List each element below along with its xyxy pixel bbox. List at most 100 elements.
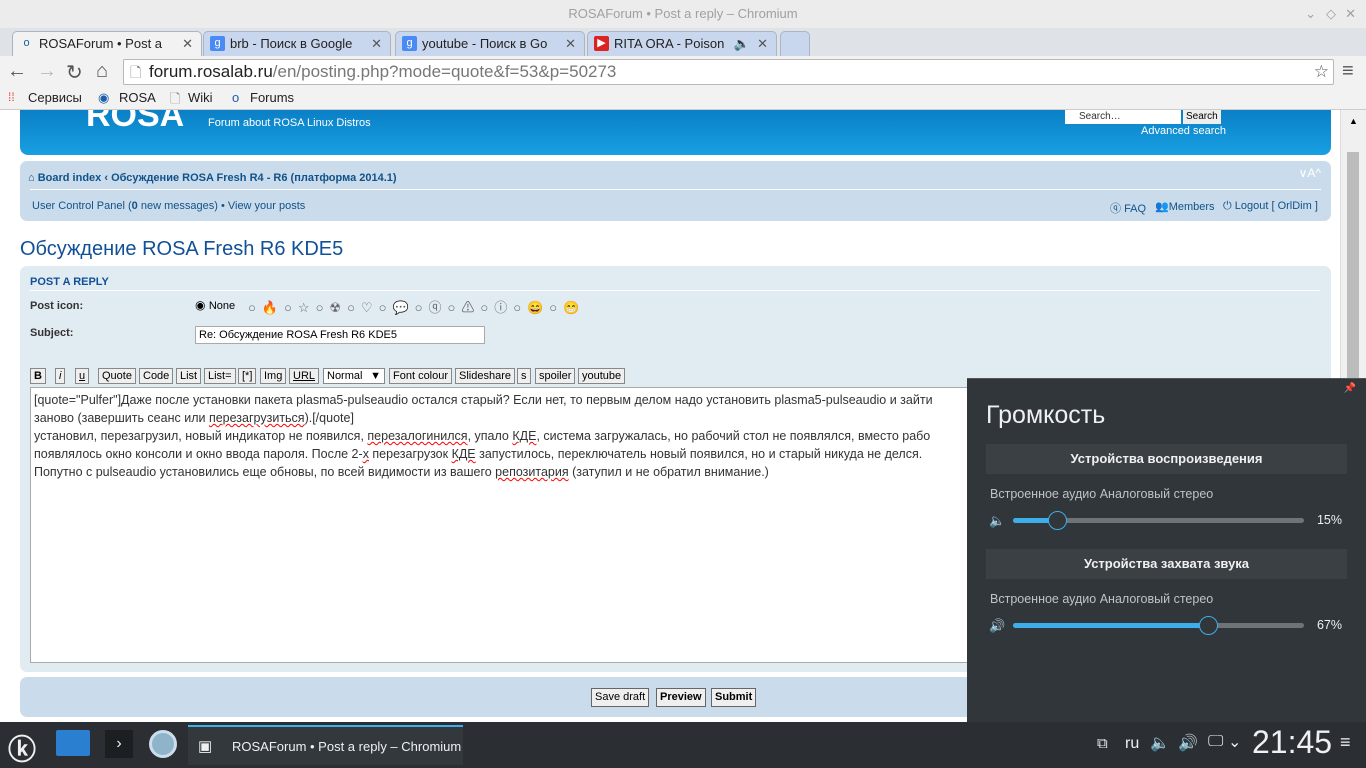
img-button[interactable]: Img	[260, 368, 287, 384]
rosa-logo[interactable]: ROSA	[86, 110, 184, 135]
youtube-button[interactable]: youtube	[578, 368, 626, 384]
menu-icon[interactable]: ≡	[1342, 60, 1354, 83]
message-line: появлялось окно консоли и окно ввода пар…	[34, 445, 966, 463]
list-item-button[interactable]: [*]	[238, 368, 257, 384]
minimize-icon[interactable]: ⌄	[1305, 0, 1316, 28]
quote-button[interactable]: Quote	[98, 368, 136, 384]
submit-button[interactable]: Submit	[711, 688, 757, 707]
pin-icon[interactable]: 📌	[1344, 383, 1356, 394]
misspelled-word: КДЕ	[512, 429, 537, 443]
terminal-icon[interactable]: ›	[105, 730, 133, 758]
clock[interactable]: 21:45	[1252, 724, 1332, 761]
strike-button[interactable]: s	[517, 368, 531, 384]
message-line: установил, перезагрузил, новый индикатор…	[34, 427, 966, 445]
close-tab-icon[interactable]: ✕	[757, 32, 768, 55]
list-button[interactable]: List	[176, 368, 202, 384]
list-numbered-button[interactable]: List=	[204, 368, 236, 384]
reload-icon[interactable]: ↻	[66, 60, 83, 85]
speaker-icon[interactable]: 🔈	[989, 513, 1005, 529]
star-icon: ○☆	[284, 300, 316, 315]
post-icon-options[interactable]: ○🔥○☆○☢○♡○💬○ⓠ○⚠○ⓘ○😄○😁	[248, 297, 585, 316]
bookmark-wiki[interactable]: Wiki	[188, 90, 213, 105]
slider-handle[interactable]	[1047, 511, 1067, 530]
members-label: Members	[1168, 201, 1215, 213]
home-icon[interactable]: ⌂	[96, 60, 108, 83]
logout-link[interactable]: ⏻ Logout [ OrlDim ]	[1223, 200, 1318, 213]
keyboard-layout[interactable]: ru	[1125, 735, 1139, 753]
message-textarea[interactable]: [quote="Pulfer"]Даже после установки пак…	[30, 387, 970, 663]
forum-header: ROSA Forum about ROSA Linux Distros Sear…	[20, 110, 1331, 155]
text: появлялось окно консоли и окно ввода пар…	[34, 447, 363, 461]
post-icon-none-radio[interactable]: ◉ None	[195, 298, 235, 312]
text: запустилось, переключатель новый появилс…	[475, 447, 923, 461]
site-tagline: Forum about ROSA Linux Distros	[208, 117, 371, 129]
subject-label: Subject:	[30, 327, 74, 339]
search-button[interactable]: Search	[1183, 110, 1221, 124]
panel-menu-icon[interactable]: ≡	[1340, 732, 1351, 753]
font-colour-button[interactable]: Font colour	[389, 368, 453, 384]
grin-icon: ○😁	[549, 300, 586, 315]
kde-launcher-icon[interactable]: ⓚ	[8, 728, 36, 768]
google-icon: g	[210, 36, 225, 51]
subject-input[interactable]: Re: Обсуждение ROSA Fresh R6 KDE5	[195, 326, 485, 344]
network-icon[interactable]: 🖵	[1208, 733, 1223, 751]
text: установил, перезагрузил, новый индикатор…	[34, 429, 368, 443]
tab-youtube-search[interactable]: g youtube - Поиск в Go ✕	[395, 31, 585, 56]
capture-devices-heading: Устройства захвата звука	[986, 549, 1347, 579]
close-tab-icon[interactable]: ✕	[371, 32, 382, 55]
italic-button[interactable]: i	[55, 368, 66, 384]
clipboard-icon[interactable]: ⧉	[1097, 735, 1108, 752]
text: , упало	[467, 429, 513, 443]
view-posts-link[interactable]: View your posts	[228, 200, 305, 212]
tab-rosaforum[interactable]: o ROSAForum • Post a ✕	[12, 31, 202, 56]
search-input[interactable]: Search…	[1065, 110, 1181, 124]
tab-brb[interactable]: g brb - Поиск в Google ✕	[203, 31, 391, 56]
scroll-up-icon[interactable]: ▲	[1349, 116, 1358, 126]
volume-popup: 📌 Громкость Устройства воспроизведения В…	[967, 378, 1366, 722]
slideshare-button[interactable]: Slideshare	[455, 368, 515, 384]
volume-tray-icon[interactable]: 🔊	[1178, 733, 1198, 753]
mail-icon[interactable]	[56, 730, 90, 756]
slider-handle[interactable]	[1198, 616, 1218, 635]
new-tab-button[interactable]	[780, 31, 810, 56]
bookmark-services[interactable]: Сервисы	[28, 90, 82, 105]
preview-button[interactable]: Preview	[656, 688, 706, 707]
browser-icon[interactable]	[149, 730, 177, 758]
font-size-select[interactable]: Normal ▼	[323, 368, 385, 384]
speaker-icon[interactable]: 🔊	[989, 618, 1005, 634]
font-size-toggle[interactable]: ∨A^	[1299, 166, 1321, 180]
save-draft-button[interactable]: Save draft	[591, 688, 650, 707]
url-button[interactable]: URL	[289, 368, 320, 384]
audio-icon[interactable]: 🔈	[1150, 733, 1170, 753]
bookmark-forums[interactable]: Forums	[250, 90, 294, 105]
maximize-icon[interactable]: ◇	[1326, 0, 1336, 28]
underline-button[interactable]: u	[75, 368, 90, 384]
capture-volume-slider[interactable]	[1013, 616, 1304, 635]
capture-volume-value: 67%	[1316, 618, 1342, 632]
close-window-icon[interactable]: ✕	[1345, 0, 1356, 28]
close-tab-icon[interactable]: ✕	[182, 32, 193, 55]
spoiler-button[interactable]: spoiler	[535, 368, 576, 384]
forward-icon[interactable]: →	[37, 60, 57, 83]
tab-label: youtube - Поиск в Go	[422, 36, 548, 51]
advanced-search-link[interactable]: Advanced search	[1141, 125, 1226, 137]
code-button[interactable]: Code	[139, 368, 174, 384]
members-link[interactable]: 👥Members	[1155, 200, 1215, 213]
bookmark-rosa[interactable]: ROSA	[119, 90, 156, 105]
board-index-link[interactable]: Board index	[38, 172, 102, 184]
close-tab-icon[interactable]: ✕	[565, 32, 576, 55]
forum-link[interactable]: Обсуждение ROSA Fresh R4 - R6 (платформа…	[111, 172, 397, 184]
tab-rita-ora[interactable]: ▶ RITA ORA - Poison 🔈 ✕	[587, 31, 777, 56]
expand-tray-icon[interactable]: ⌄	[1228, 732, 1241, 752]
bookmark-star-icon[interactable]: ☆	[1314, 60, 1329, 84]
url-path: /en/posting.php?mode=quote&f=53&p=50273	[272, 62, 617, 81]
misspelled-word: КДЕ	[451, 447, 476, 461]
back-icon[interactable]: ←	[7, 60, 27, 83]
task-chromium[interactable]: ▣ ROSAForum • Post a reply – Chromium	[188, 725, 463, 765]
topic-title[interactable]: Обсуждение ROSA Fresh R6 KDE5	[20, 238, 343, 261]
ucp-link[interactable]: User Control Panel	[32, 200, 125, 212]
bold-button[interactable]: B	[30, 368, 46, 384]
playback-volume-slider[interactable]	[1013, 511, 1304, 530]
address-bar[interactable]: 🗋 forum.rosalab.ru/en/posting.php?mode=qu…	[123, 59, 1334, 85]
faq-link[interactable]: ⓠ FAQ	[1110, 200, 1146, 216]
